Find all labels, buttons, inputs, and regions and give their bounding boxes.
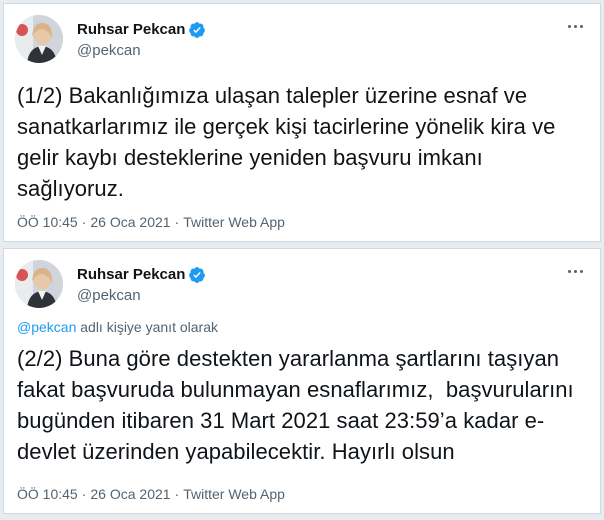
tweet-metadata: ÖÖ 10:45 · 26 Oca 2021 · Twitter Web App: [17, 213, 285, 231]
separator: ·: [81, 486, 87, 502]
separator: ·: [81, 214, 87, 230]
author-handle[interactable]: @pekcan: [77, 286, 206, 306]
tweet-metadata: ÖÖ 10:45 · 26 Oca 2021 · Twitter Web App: [17, 485, 285, 503]
reply-mention-link[interactable]: @pekcan: [17, 319, 76, 335]
avatar-image: [15, 260, 63, 308]
tweet-text-line: gelir kaybı desteklerine yeniden başvuru…: [17, 145, 483, 170]
tweet-text-line: sağlıyoruz.: [17, 176, 124, 201]
tweet-card[interactable]: Ruhsar Pekcan @pekcan (1/2) Bakanlığımız…: [3, 3, 601, 242]
author-name[interactable]: Ruhsar Pekcan: [77, 20, 185, 40]
tweet-source[interactable]: Twitter Web App: [183, 486, 285, 502]
more-options-icon[interactable]: [562, 261, 588, 281]
tweet-date[interactable]: 26 Oca 2021: [90, 486, 170, 502]
tweet-text: (1/2) Bakanlığımıza ulaşan talepler üzer…: [17, 80, 586, 204]
avatar[interactable]: [15, 15, 63, 63]
tweet-text-line: bugünden itibaren 31 Mart 2021 saat 23:5…: [17, 408, 545, 433]
tweet-text-line: fakat başvuruda bulunmayan esnaflarımız,…: [17, 377, 574, 402]
author-block[interactable]: Ruhsar Pekcan @pekcan: [77, 20, 206, 61]
tweet-text: (2/2) Buna göre destekten yararlanma şar…: [17, 343, 586, 467]
tweet-time[interactable]: ÖÖ 10:45: [17, 486, 78, 502]
tweet-date[interactable]: 26 Oca 2021: [90, 214, 170, 230]
tweet-text-line: (2/2) Buna göre destekten yararlanma şar…: [17, 346, 560, 371]
tweet-card[interactable]: Ruhsar Pekcan @pekcan @pekcan adlı kişiy…: [3, 248, 601, 514]
verified-badge-icon: [188, 21, 206, 39]
tweet-text-line: (1/2) Bakanlığımıza ulaşan talepler üzer…: [17, 83, 528, 108]
separator: ·: [174, 486, 180, 502]
avatar-image: [15, 15, 63, 63]
author-name[interactable]: Ruhsar Pekcan: [77, 265, 185, 285]
tweet-text-line: sanatkarlarımız ile gerçek kişi tacirler…: [17, 114, 556, 139]
tweet-header: Ruhsar Pekcan @pekcan: [15, 259, 590, 311]
avatar[interactable]: [15, 260, 63, 308]
tweet-source[interactable]: Twitter Web App: [183, 214, 285, 230]
author-block[interactable]: Ruhsar Pekcan @pekcan: [77, 265, 206, 306]
author-handle[interactable]: @pekcan: [77, 41, 206, 61]
tweet-text-line: devlet üzerinden yapabilecektir. Hayırlı…: [17, 439, 455, 464]
tweet-header: Ruhsar Pekcan @pekcan: [15, 14, 590, 66]
separator: ·: [174, 214, 180, 230]
verified-badge-icon: [188, 266, 206, 284]
tweet-time[interactable]: ÖÖ 10:45: [17, 214, 78, 230]
more-options-icon[interactable]: [562, 16, 588, 36]
reply-context-text: adlı kişiye yanıt olarak: [76, 319, 218, 335]
reply-context: @pekcan adlı kişiye yanıt olarak: [17, 318, 218, 336]
